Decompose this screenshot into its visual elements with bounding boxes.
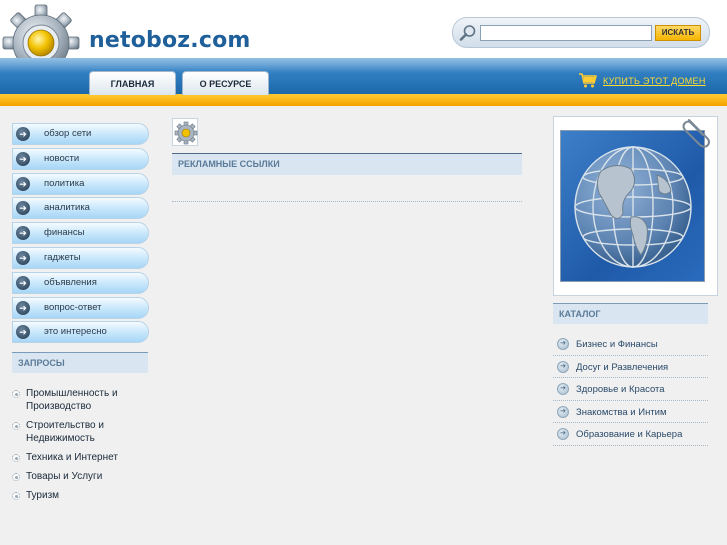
arrow-right-icon — [16, 275, 30, 290]
tab-about[interactable]: О РЕСУРСЕ — [182, 71, 269, 95]
nav-item-interesting[interactable]: это интересно — [12, 321, 149, 344]
paperclip-icon — [682, 119, 710, 148]
catalog-item-label[interactable]: Образование и Карьера — [576, 429, 682, 440]
nav-item-label: вопрос-ответ — [44, 301, 102, 313]
catalog-item-label[interactable]: Здоровье и Красота — [576, 384, 665, 395]
catalog-item-dating[interactable]: Знакомства и Интим — [553, 401, 708, 423]
nav-item-label: финансы — [44, 227, 85, 239]
catalog-item-education[interactable]: Образование и Карьера — [553, 423, 708, 446]
ads-heading: РЕКЛАМНЫЕ ССЫЛКИ — [172, 153, 522, 175]
arrow-right-icon — [16, 300, 30, 315]
tab-home[interactable]: ГЛАВНАЯ — [89, 71, 176, 95]
catalog-item-label[interactable]: Бизнес и Финансы — [576, 339, 658, 350]
bullet-icon — [12, 390, 20, 398]
left-nav: обзор сети новости политика аналитика фи… — [12, 123, 149, 346]
site-title[interactable]: netoboz.com — [89, 28, 251, 53]
bullet-icon — [12, 422, 20, 430]
arrow-right-icon — [16, 201, 30, 216]
requests-heading: ЗАПРОСЫ — [12, 352, 148, 373]
list-item[interactable]: Техника и Интернет — [12, 451, 152, 464]
arrow-right-icon — [16, 250, 30, 265]
nav-item-news[interactable]: новости — [12, 147, 149, 170]
arrow-right-icon — [16, 151, 30, 166]
nav-item-ads[interactable]: объявления — [12, 271, 149, 294]
arrow-right-icon — [557, 360, 569, 373]
globe-picture — [560, 130, 705, 282]
magnifier-icon — [459, 25, 476, 41]
bullet-icon — [12, 492, 20, 500]
arrow-right-icon — [557, 405, 569, 418]
nav-item-analytics[interactable]: аналитика — [12, 197, 149, 220]
requests-list: Промышленность и Производство Строительс… — [12, 387, 152, 508]
buy-domain-link[interactable]: КУПИТЬ ЭТОТ ДОМЕН — [603, 76, 706, 86]
arrow-right-icon — [16, 325, 30, 340]
nav-item-label: это интересно — [44, 326, 107, 338]
orange-stripe — [0, 94, 727, 106]
catalog-item-label[interactable]: Знакомства и Интим — [576, 407, 667, 418]
nav-item-finance[interactable]: финансы — [12, 222, 149, 245]
arrow-right-icon — [16, 176, 30, 191]
request-link[interactable]: Товары и Услуги — [26, 471, 102, 482]
catalog-item-leisure[interactable]: Досуг и Развлечения — [553, 356, 708, 378]
list-item[interactable]: Товары и Услуги — [12, 470, 152, 483]
arrow-right-icon — [16, 127, 30, 141]
divider — [172, 201, 522, 202]
arrow-right-icon — [557, 383, 569, 395]
search-button[interactable]: ИСКАТЬ — [655, 25, 701, 41]
arrow-right-icon — [557, 338, 569, 350]
list-item[interactable]: Промышленность и Производство — [12, 387, 152, 413]
nav-item-overview[interactable]: обзор сети — [12, 123, 149, 145]
arrow-right-icon — [16, 226, 30, 241]
catalog-heading: КАТАЛОГ — [553, 303, 708, 324]
nav-item-label: объявления — [44, 276, 97, 288]
arrow-right-icon — [557, 428, 569, 440]
nav-item-label: гаджеты — [44, 251, 81, 263]
nav-item-qa[interactable]: вопрос-ответ — [12, 296, 149, 319]
bullet-icon — [12, 454, 20, 462]
search-input[interactable] — [480, 25, 652, 41]
catalog-item-health[interactable]: Здоровье и Красота — [553, 378, 708, 401]
catalog-list: Бизнес и Финансы Досуг и Развлечения Здо… — [553, 333, 708, 446]
request-link[interactable]: Строительство и Недвижимость — [26, 420, 104, 444]
list-item[interactable]: Строительство и Недвижимость — [12, 419, 152, 445]
search-bar: ИСКАТЬ — [452, 17, 710, 48]
gear-icon — [172, 118, 198, 146]
nav-item-label: обзор сети — [44, 128, 92, 139]
nav-item-politics[interactable]: политика — [12, 172, 149, 195]
bullet-icon — [12, 473, 20, 481]
request-link[interactable]: Техника и Интернет — [26, 452, 118, 463]
nav-item-label: новости — [44, 152, 80, 164]
nav-item-label: аналитика — [44, 202, 90, 214]
cart-icon — [579, 73, 597, 88]
nav-item-gadgets[interactable]: гаджеты — [12, 246, 149, 269]
request-link[interactable]: Промышленность и Производство — [26, 388, 118, 412]
list-item[interactable]: Туризм — [12, 489, 152, 502]
catalog-item-label[interactable]: Досуг и Развлечения — [576, 362, 668, 373]
request-link[interactable]: Туризм — [26, 490, 59, 501]
catalog-item-business[interactable]: Бизнес и Финансы — [553, 333, 708, 356]
nav-item-label: политика — [44, 177, 85, 189]
